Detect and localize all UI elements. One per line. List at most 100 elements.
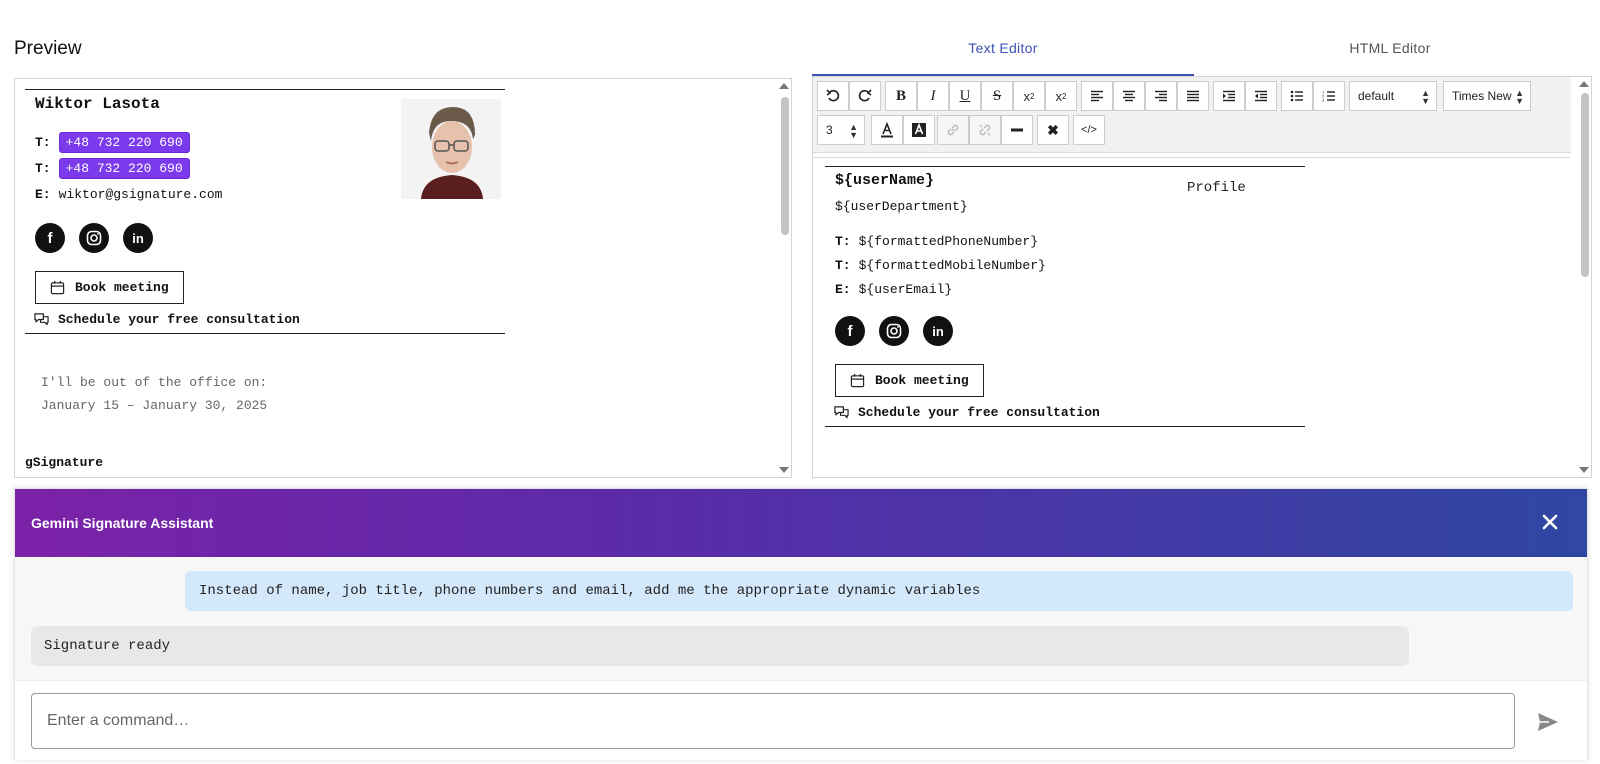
calendar-icon (50, 280, 65, 295)
profile-image-placeholder: Profile (1185, 180, 1246, 196)
text-editor[interactable]: B I U S x2 x2 123 default ▲ ▼ Times New … (812, 76, 1592, 478)
justify-icon (1187, 90, 1199, 102)
ooo-line-1: I'll be out of the office on: (41, 375, 268, 390)
mobile-label: T: (835, 257, 851, 273)
background-color-button[interactable] (903, 115, 935, 145)
align-right-icon (1155, 90, 1167, 102)
bullet-list-icon (1290, 90, 1303, 102)
chat-icon (34, 313, 49, 326)
font-size-select-value: 3 (826, 123, 833, 137)
instagram-icon[interactable] (79, 223, 109, 253)
calendar-icon (850, 373, 865, 388)
link-button[interactable] (937, 115, 969, 145)
align-center-button[interactable] (1113, 81, 1145, 111)
select-arrows-icon: ▲ ▼ (849, 122, 858, 140)
assistant-title: Gemini Signature Assistant (31, 515, 214, 531)
text-color-button[interactable] (871, 115, 903, 145)
horizontal-rule-icon (1011, 128, 1023, 132)
signature-preview: Wiktor Lasota T: +48 732 220 690 T: +48 … (14, 78, 792, 478)
send-button[interactable] (1533, 707, 1563, 737)
profile-alt-text: Profile (1187, 180, 1246, 196)
bullet-list-button[interactable] (1281, 81, 1313, 111)
unlink-button[interactable] (969, 115, 1001, 145)
email-value[interactable]: wiktor@gsignature.com (59, 187, 223, 202)
link-icon (947, 124, 959, 136)
indent-icon (1223, 90, 1235, 102)
outdent-icon (1255, 90, 1267, 102)
book-meeting-label: Book meeting (875, 373, 969, 388)
editor-toolbar: B I U S x2 x2 123 default ▲ ▼ Times New … (813, 77, 1571, 153)
editor-scrollbar[interactable] (1579, 79, 1589, 475)
tab-text-editor[interactable]: Text Editor (812, 40, 1194, 76)
scroll-up-arrow[interactable] (779, 83, 789, 89)
scroll-down-arrow[interactable] (1579, 467, 1589, 473)
scroll-thumb[interactable] (781, 97, 789, 235)
align-left-button[interactable] (1081, 81, 1113, 111)
send-icon (1538, 713, 1558, 731)
consultation-label: Schedule your free consultation (858, 405, 1100, 420)
numbered-list-icon: 123 (1322, 90, 1335, 103)
command-input[interactable] (31, 693, 1515, 749)
redo-button[interactable] (849, 81, 881, 111)
horizontal-rule-button[interactable] (1001, 115, 1033, 145)
italic-button[interactable]: I (917, 81, 949, 111)
social-links: f in (35, 223, 495, 253)
book-meeting-button[interactable]: Book meeting (35, 271, 184, 304)
font-select[interactable]: Times New R ▲▼ (1443, 81, 1531, 111)
numbered-list-button[interactable]: 123 (1313, 81, 1345, 111)
text-color-icon (881, 122, 893, 138)
instagram-icon (879, 316, 909, 346)
editor-content[interactable]: ${userName} ${userDepartment} T: ${forma… (813, 157, 1571, 477)
align-center-icon (1123, 90, 1135, 102)
tab-html-editor[interactable]: HTML Editor (1194, 40, 1586, 76)
close-icon (1542, 514, 1558, 530)
facebook-icon: f (835, 316, 865, 346)
undo-button[interactable] (817, 81, 849, 111)
select-arrows-icon: ▲ ▼ (1515, 88, 1524, 106)
close-button[interactable] (1535, 507, 1565, 537)
phone-label: T: (835, 233, 851, 249)
assistant-message: Signature ready (31, 626, 1409, 666)
command-bar (15, 680, 1587, 760)
code-icon: </> (1081, 124, 1097, 136)
template-phone: ${formattedPhoneNumber} (858, 233, 1039, 249)
linkedin-icon[interactable]: in (123, 223, 153, 253)
align-left-icon (1091, 90, 1103, 102)
svg-text:3: 3 (1322, 98, 1325, 103)
ooo-line-2: January 15 – January 30, 2025 (41, 398, 268, 413)
scroll-thumb[interactable] (1581, 93, 1589, 277)
bold-button[interactable]: B (885, 81, 917, 111)
linkedin-icon: in (923, 316, 953, 346)
preview-title: Preview (14, 38, 82, 59)
consultation-label: Schedule your free consultation (58, 312, 300, 327)
template-social-links: f in (835, 316, 1295, 346)
font-select-value: Times New R (1452, 89, 1514, 103)
clear-format-button[interactable]: ✖ (1037, 115, 1069, 145)
mobile-value[interactable]: +48 732 220 690 (58, 157, 190, 179)
subscript-button[interactable]: x2 (1013, 81, 1045, 111)
template-consultation-link: Schedule your free consultation (833, 405, 1295, 420)
user-message: Instead of name, job title, phone number… (185, 571, 1573, 611)
signature-assistant-panel: Gemini Signature Assistant Instead of na… (14, 488, 1588, 760)
justify-button[interactable] (1177, 81, 1209, 111)
scroll-up-arrow[interactable] (1579, 81, 1589, 87)
preview-scrollbar[interactable] (779, 81, 789, 475)
redo-icon (858, 89, 872, 102)
chat-icon (834, 406, 849, 419)
format-select[interactable]: default ▲ ▼ (1349, 81, 1437, 111)
outdent-button[interactable] (1245, 81, 1277, 111)
consultation-link[interactable]: Schedule your free consultation (33, 312, 495, 327)
facebook-icon[interactable]: f (35, 223, 65, 253)
align-right-button[interactable] (1145, 81, 1177, 111)
superscript-button[interactable]: x2 (1045, 81, 1077, 111)
strikethrough-button[interactable]: S (981, 81, 1013, 111)
font-size-select[interactable]: 3 ▲ ▼ (817, 115, 865, 145)
template-mobile-row: T: ${formattedMobileNumber} (835, 254, 1295, 276)
phone-value[interactable]: +48 732 220 690 (58, 131, 190, 153)
underline-button[interactable]: U (949, 81, 981, 111)
code-view-button[interactable]: </> (1073, 115, 1105, 145)
book-meeting-label: Book meeting (75, 280, 169, 295)
scroll-down-arrow[interactable] (779, 467, 789, 473)
indent-button[interactable] (1213, 81, 1245, 111)
email-label: E: (835, 281, 851, 297)
